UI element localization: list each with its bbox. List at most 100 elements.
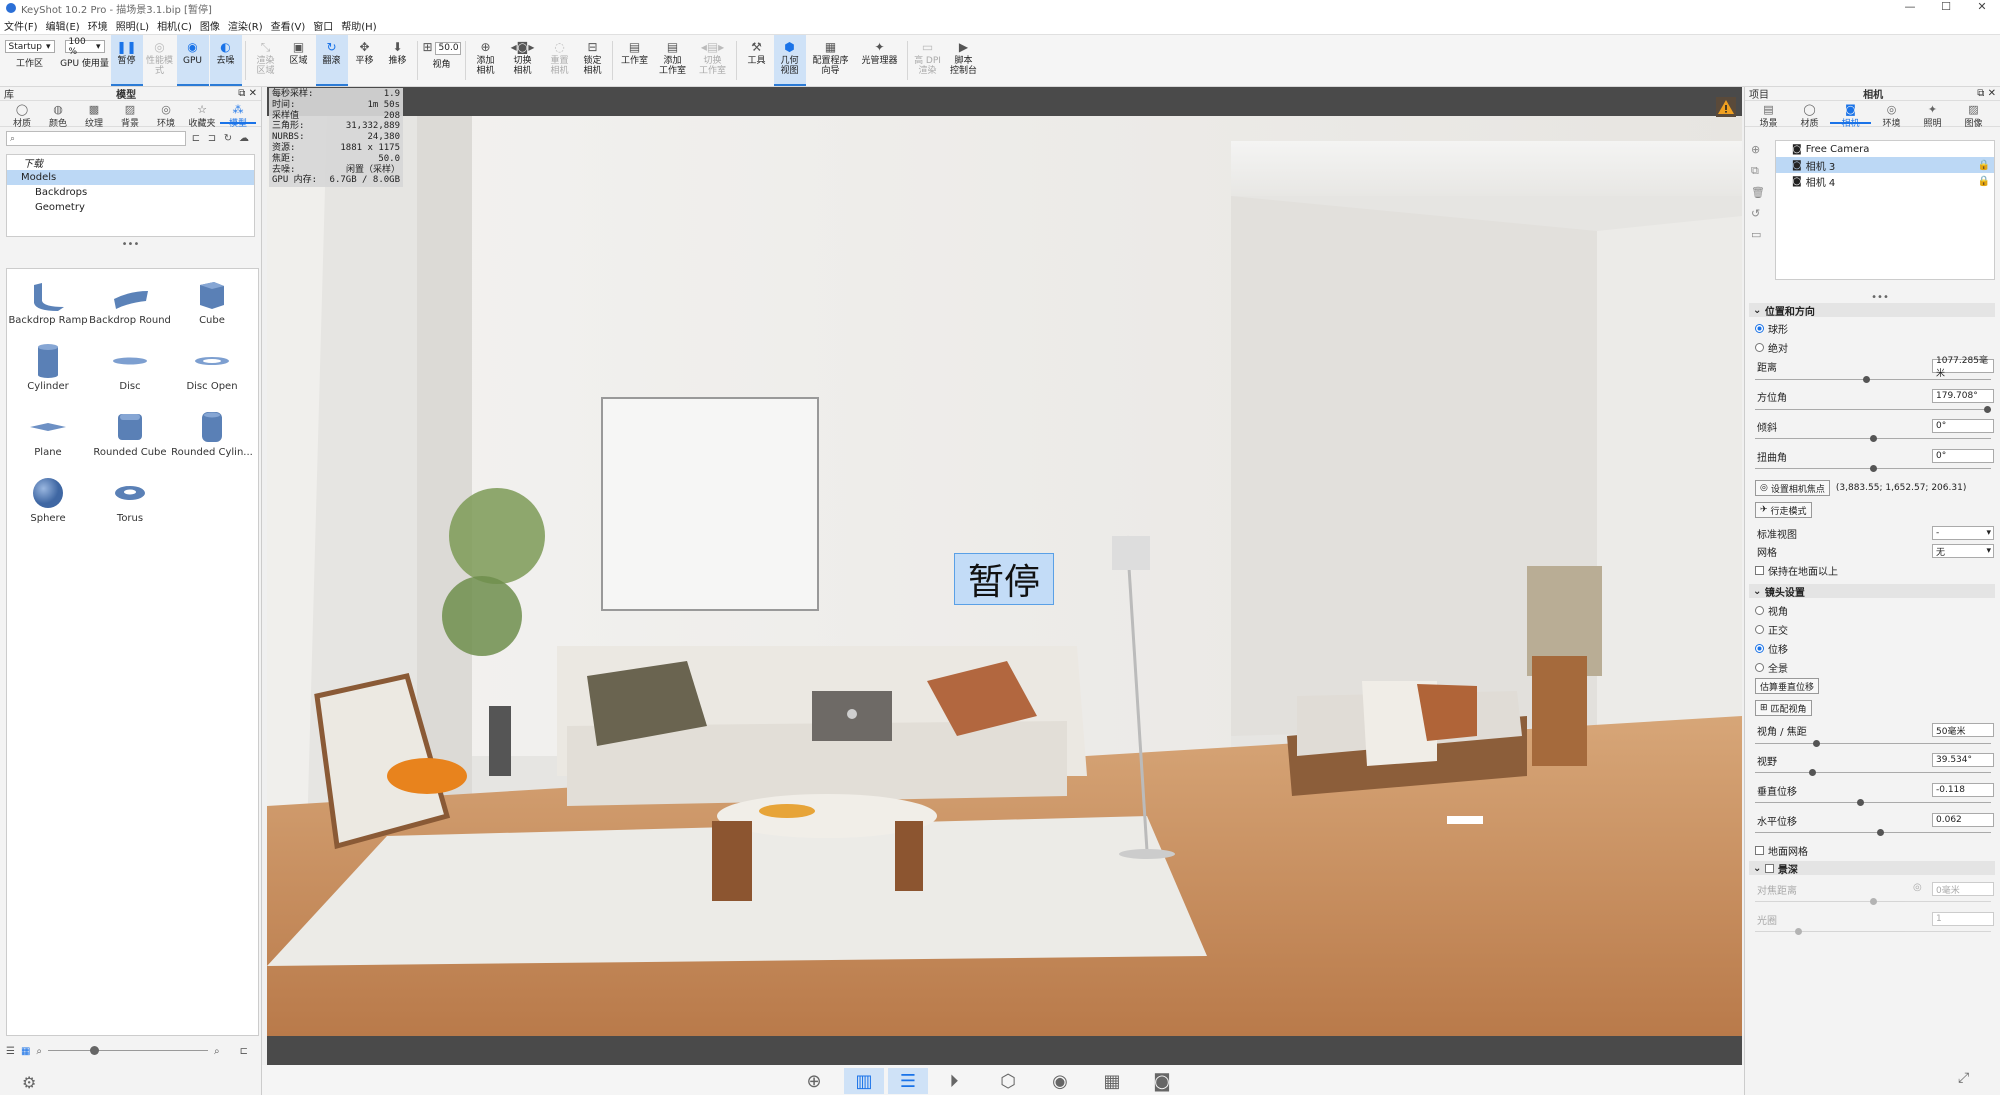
model-plane[interactable]: Plane (7, 407, 89, 469)
camera-item-4[interactable]: ◙ 相机 4 🔒 (1776, 173, 1994, 189)
model-sphere[interactable]: Sphere (7, 473, 89, 535)
walk-mode-button[interactable]: ✈ 行走模式 (1755, 502, 1812, 518)
undock-icon[interactable]: ⧉ (238, 88, 245, 99)
checkbox-box[interactable] (1755, 846, 1764, 855)
slider-knob[interactable] (1870, 435, 1877, 442)
warning-icon[interactable] (1716, 97, 1736, 117)
menu-edit[interactable]: 编辑(E) (46, 18, 80, 33)
model-cube[interactable]: Cube (171, 275, 253, 337)
menu-help[interactable]: 帮助(H) (341, 18, 376, 33)
menu-window[interactable]: 窗口 (313, 18, 333, 33)
add-camera-icon[interactable]: ⊕ (1751, 143, 1765, 156)
close-panel-icon[interactable]: ✕ (1988, 88, 1996, 99)
field-of-view-slider[interactable] (1755, 768, 1991, 778)
menu-image[interactable]: 图像 (200, 18, 220, 33)
radio-spherical[interactable]: 球形 (1755, 321, 1995, 336)
cloud-library-icon[interactable]: ⚙ (22, 1073, 36, 1092)
denoise-button[interactable]: ◐ 去噪 (209, 35, 242, 86)
focus-distance-input[interactable]: 0毫米 (1932, 882, 1994, 896)
target-icon[interactable]: ◎ (1913, 882, 1922, 893)
section-depth-of-field[interactable]: ⌄ 景深 (1749, 861, 1995, 876)
section-lens-settings[interactable]: ⌄ 镜头设置 (1749, 584, 1995, 599)
radio-dot[interactable] (1755, 625, 1764, 634)
twist-input[interactable]: 0° (1932, 449, 1994, 463)
screenshot-button[interactable]: ▦ (1092, 1068, 1132, 1094)
slider-knob[interactable] (1809, 769, 1816, 776)
tab-image[interactable]: ▨ 图像 (1953, 103, 1994, 129)
fov-focal-input[interactable]: 50毫米 (1932, 723, 1994, 737)
radio-lens-shift[interactable]: 位移 (1755, 641, 1995, 656)
radio-dot[interactable] (1755, 663, 1764, 672)
fov-input[interactable]: 50.0 (434, 41, 461, 55)
performance-mode-button[interactable]: ◎ 性能模式 (144, 35, 176, 86)
model-rounded-cube[interactable]: Rounded Cube (89, 407, 171, 469)
slider-knob[interactable] (1863, 376, 1870, 383)
tree-item-geometry[interactable]: Geometry (7, 200, 254, 215)
vertical-shift-slider[interactable] (1755, 798, 1991, 808)
azimuth-input[interactable]: 179.708° (1932, 389, 1994, 403)
dof-checkbox[interactable] (1764, 863, 1774, 873)
tree-item-backdrops[interactable]: Backdrops (7, 185, 254, 200)
checkbox-box[interactable] (1755, 566, 1764, 575)
grid-view-icon[interactable]: ▦ (21, 1046, 30, 1057)
standard-view-select[interactable]: - ▾ (1932, 526, 1994, 540)
add-folder-icon[interactable]: ⊐ (206, 133, 218, 144)
maximize-button[interactable]: ☐ (1928, 0, 1964, 13)
radio-dot[interactable] (1755, 644, 1764, 653)
model-cylinder[interactable]: Cylinder (7, 341, 89, 403)
close-panel-icon[interactable]: ✕ (249, 88, 257, 99)
fov-control[interactable]: ⊞ 50.0 视角 (422, 35, 462, 86)
tab-camera[interactable]: ◙ 相机 (1830, 103, 1871, 129)
model-rounded-cylinder[interactable]: Rounded Cylin... (171, 407, 253, 469)
list-view-icon[interactable]: ☰ (6, 1046, 15, 1057)
tumble-button[interactable]: ↻ 翻滚 (315, 35, 348, 86)
render-region-button[interactable]: ⤡ 渲染 区域 (250, 35, 282, 86)
library-button[interactable]: ▥ (844, 1068, 884, 1094)
menu-lighting[interactable]: 照明(L) (116, 18, 149, 33)
hidpi-render-button[interactable]: ▭ 高 DPI 渲染 (912, 35, 944, 86)
azimuth-slider[interactable] (1755, 405, 1991, 415)
studio-button[interactable]: ▤ 工作室 (617, 35, 653, 86)
pan-button[interactable]: ✥ 平移 (349, 35, 381, 86)
tab-environments[interactable]: ◎ 环境 (148, 103, 184, 129)
camera-item-free-camera[interactable]: ◙ Free Camera (1776, 141, 1994, 157)
model-disc-open[interactable]: Disc Open (171, 341, 253, 403)
tab-scene[interactable]: ▤ 场景 (1748, 103, 1789, 129)
menu-render[interactable]: 渲染(R) (228, 18, 263, 33)
tab-backgrounds[interactable]: ▨ 背景 (112, 103, 148, 129)
horizontal-shift-slider[interactable] (1755, 828, 1991, 838)
script-console-button[interactable]: ▶ 脚本 控制台 (945, 35, 983, 86)
duplicate-camera-icon[interactable]: ⧉ (1751, 164, 1765, 178)
workspace-select[interactable]: Startup ▾ (4, 40, 55, 53)
slider-knob[interactable] (90, 1046, 100, 1055)
menu-file[interactable]: 文件(F) (4, 18, 38, 33)
reset-camera-button[interactable]: ◌ 重置 相机 (544, 35, 576, 86)
incline-input[interactable]: 0° (1932, 419, 1994, 433)
slider-knob[interactable] (1877, 829, 1884, 836)
tab-favorites[interactable]: ☆ 收藏夹 (184, 103, 220, 129)
set-camera-focus-button[interactable]: ◎ 设置相机焦点 (1755, 480, 1830, 496)
workspace-control[interactable]: Startup ▾ 工作区 (1, 35, 59, 86)
section-position-orientation[interactable]: ⌄ 位置和方向 (1749, 303, 1995, 318)
lock-camera-button[interactable]: ⊟ 锁定 相机 (577, 35, 609, 86)
slider-knob[interactable] (1813, 740, 1820, 747)
close-button[interactable]: ✕ (1964, 0, 2000, 13)
radio-lens-panorama[interactable]: 全景 (1755, 660, 1995, 675)
add-studio-button[interactable]: ▤ 添加 工作室 (654, 35, 692, 86)
keyshotxr-button[interactable]: ⬡ (988, 1068, 1028, 1094)
model-backdrop-round[interactable]: Backdrop Round (89, 275, 171, 337)
gpu-button[interactable]: ◉ GPU (176, 35, 209, 86)
vertical-shift-input[interactable]: -0.118 (1932, 783, 1994, 797)
radio-dot[interactable] (1755, 343, 1764, 352)
tree-item-models[interactable]: Models (7, 170, 254, 185)
configurator-wizard-button[interactable]: ▦ 配置程序 向导 (807, 35, 855, 86)
add-camera-button[interactable]: ⊕ 添加 相机 (470, 35, 502, 86)
undock-icon[interactable]: ⧉ (1977, 88, 1984, 99)
slider-knob[interactable] (1857, 799, 1864, 806)
minimize-button[interactable]: — (1892, 0, 1928, 13)
menu-camera[interactable]: 相机(C) (157, 18, 192, 33)
thumbnail-size-slider[interactable] (48, 1045, 209, 1057)
horizontal-shift-input[interactable]: 0.062 (1932, 813, 1994, 827)
match-perspective-button[interactable]: ⊞ 匹配视角 (1755, 700, 1812, 716)
cloud-icon[interactable]: ☁ (238, 133, 250, 144)
